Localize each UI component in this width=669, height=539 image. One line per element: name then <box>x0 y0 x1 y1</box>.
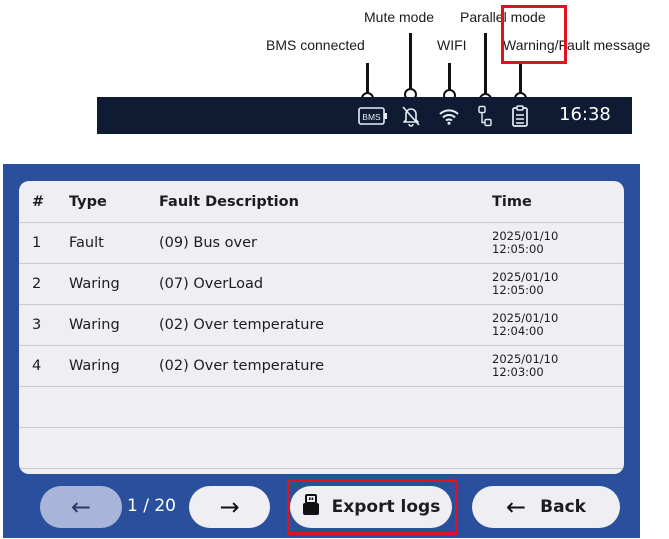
header-type: Type <box>69 194 107 210</box>
row-num: 3 <box>32 317 42 333</box>
row-num: 2 <box>32 276 42 292</box>
back-arrow-icon: ← <box>506 493 527 521</box>
bms-icon: BMS <box>358 105 388 127</box>
row-description: (02) Over temperature <box>159 358 325 374</box>
mute-callout-line <box>409 33 412 93</box>
wifi-label: WIFI <box>437 37 467 53</box>
warning-label-highlight <box>501 5 567 64</box>
row-num: 1 <box>32 235 42 251</box>
row-description: (07) OverLoad <box>159 276 264 292</box>
table-row: 1 Fault (09) Bus over 2025/01/10 12:05:0… <box>19 223 624 264</box>
row-clock: 12:03:00 <box>492 365 544 379</box>
header-description: Fault Description <box>159 194 299 210</box>
table-row: 3 Waring (02) Over temperature 2025/01/1… <box>19 305 624 346</box>
header-num: # <box>32 194 45 210</box>
table-row: 2 Waring (07) OverLoad 2025/01/10 12:05:… <box>19 264 624 305</box>
bell-muted-icon <box>400 105 422 127</box>
row-type: Waring <box>69 358 120 374</box>
parallel-callout-line <box>484 33 487 95</box>
row-type: Waring <box>69 317 120 333</box>
status-bar-time: 16:38 <box>559 104 611 125</box>
row-time: 2025/01/10 12:05:00 <box>492 223 558 263</box>
row-description: (09) Bus over <box>159 235 258 251</box>
row-num: 4 <box>32 358 42 374</box>
row-description: (02) Over temperature <box>159 317 325 333</box>
wifi-icon <box>438 105 460 127</box>
table-row-empty <box>19 387 624 428</box>
row-time: 2025/01/10 12:05:00 <box>492 264 558 304</box>
row-type: Waring <box>69 276 120 292</box>
clipboard-icon <box>509 105 531 127</box>
mute-mode-label: Mute mode <box>364 9 435 25</box>
page-indicator: 1 / 20 <box>127 496 176 516</box>
back-button[interactable]: ← Back <box>472 486 620 528</box>
row-type: Fault <box>69 235 104 251</box>
row-time: 2025/01/10 12:03:00 <box>492 346 558 386</box>
export-button-highlight <box>287 479 458 535</box>
header-time: Time <box>492 193 532 210</box>
row-clock: 12:04:00 <box>492 324 544 338</box>
prev-page-button[interactable]: ← <box>40 486 122 528</box>
bms-icon-text: BMS <box>362 112 381 122</box>
row-time: 2025/01/10 12:04:00 <box>492 305 558 345</box>
wifi-callout-line <box>448 63 451 91</box>
fault-log-table: # Type Fault Description Time 1 Fault (0… <box>19 181 624 474</box>
bms-connected-label: BMS connected <box>266 37 365 53</box>
arrow-right-icon: → <box>219 493 240 521</box>
arrow-left-icon: ← <box>70 493 92 521</box>
parallel-icon <box>474 105 496 127</box>
status-bar: BMS <box>97 97 632 134</box>
table-row-empty <box>19 428 624 469</box>
next-page-button[interactable]: → <box>189 486 270 528</box>
row-clock: 12:05:00 <box>492 283 544 297</box>
table-row: 4 Waring (02) Over temperature 2025/01/1… <box>19 346 624 387</box>
back-label: Back <box>540 497 586 517</box>
row-clock: 12:05:00 <box>492 242 544 256</box>
table-header: # Type Fault Description Time <box>19 181 624 223</box>
